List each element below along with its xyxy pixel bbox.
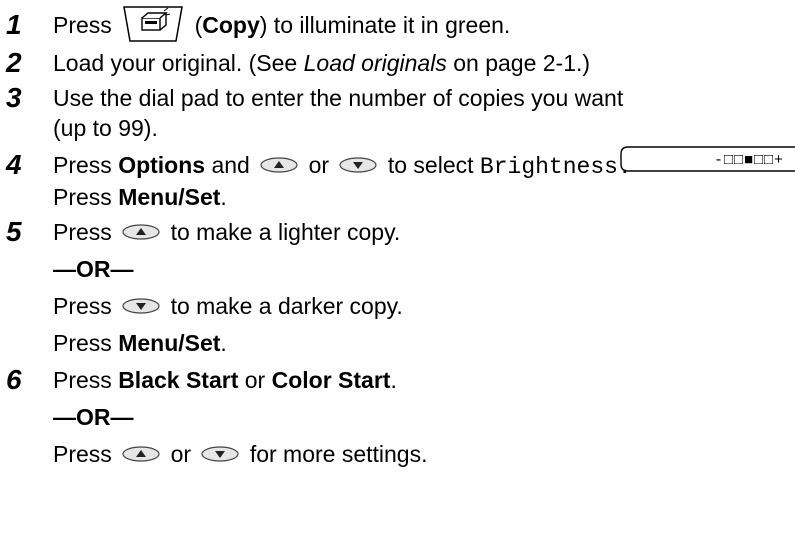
up-arrow-key-icon [122, 224, 160, 241]
menu-set-key-label: Menu/Set [118, 184, 221, 210]
step-4-text-line-2: Press Menu/Set. [53, 182, 227, 212]
step-6-text-line-1: Press Black Start or Color Start. [53, 365, 397, 395]
step-5-darker: to make a darker copy. [170, 293, 403, 319]
step-5-or: —OR— [53, 254, 134, 284]
step-6-text-line-3: Press or for more settings. [53, 439, 428, 469]
load-originals-reference: Load originals [303, 50, 447, 76]
step-3-text-line-2: (up to 99). [53, 115, 158, 141]
step-5-text-line-1: Press to make a lighter copy. [53, 217, 400, 247]
color-start-key-label: Color Start [271, 367, 391, 393]
step-number-6: 6 [6, 364, 22, 395]
options-key-label: Options [118, 152, 206, 178]
down-arrow-key-icon [201, 446, 240, 463]
step-3-text-line-1: Use the dial pad to enter the number of … [53, 85, 624, 111]
or-separator: —OR— [53, 404, 134, 430]
step-4-text-line-1: Press Options and or to select Brightnes… [53, 150, 632, 182]
step-1-text: Press (Copy) to illuminate it in green. [53, 6, 511, 43]
up-arrow-key-icon [122, 446, 160, 463]
step-number-1: 1 [6, 9, 22, 40]
step-number-4: 4 [6, 149, 22, 180]
step-4-or: or [308, 152, 330, 178]
step-6-or-2: or [170, 441, 192, 467]
lcd-display-text: -□□■□□+ [714, 152, 784, 169]
step-2-part-a: Load your original. (See [53, 50, 304, 76]
step-4-period: . [220, 184, 227, 210]
black-start-key-label: Black Start [118, 367, 239, 393]
step-6-period: . [390, 367, 397, 393]
step-5-text-line-3: Press to make a darker copy. [53, 291, 403, 321]
copy-key-label: Copy [202, 12, 260, 38]
brightness-setting: Brightness. [479, 154, 632, 180]
step-6-or: or [238, 367, 272, 393]
step-6-or: —OR— [53, 402, 134, 432]
step-number-5: 5 [6, 216, 22, 247]
step-5-period: . [220, 330, 227, 356]
step-1-press: Press [53, 12, 112, 38]
down-arrow-key-icon [339, 157, 378, 174]
step-6-press-2: Press [53, 441, 112, 467]
step-number-3: 3 [6, 82, 22, 113]
step-2-part-c: on page 2-1.) [446, 50, 591, 76]
step-6-press: Press [53, 367, 119, 393]
step-2-text: Load your original. (See Load originals … [53, 48, 590, 78]
step-1-rest: ) to illuminate it in green. [259, 12, 511, 38]
up-arrow-key-icon [260, 157, 298, 174]
step-5-press: Press [53, 219, 112, 245]
down-arrow-key-icon [122, 298, 160, 315]
step-5-text-line-4: Press Menu/Set. [53, 328, 227, 358]
step-4-press: Press [53, 152, 119, 178]
step-number-2: 2 [6, 47, 22, 78]
step-5-press-2: Press [53, 293, 112, 319]
step-4-and: and [205, 152, 250, 178]
copy-key-icon [123, 6, 184, 42]
step-5-press-3: Press [53, 330, 119, 356]
lcd-display: -□□■□□+ [620, 146, 795, 172]
step-4-press-2: Press [53, 184, 119, 210]
step-6-more-settings: for more settings. [249, 441, 428, 467]
menu-set-key-label: Menu/Set [118, 330, 221, 356]
or-separator: —OR— [53, 256, 134, 282]
step-4-to-select: to select [387, 152, 480, 178]
step-5-lighter: to make a lighter copy. [170, 219, 401, 245]
